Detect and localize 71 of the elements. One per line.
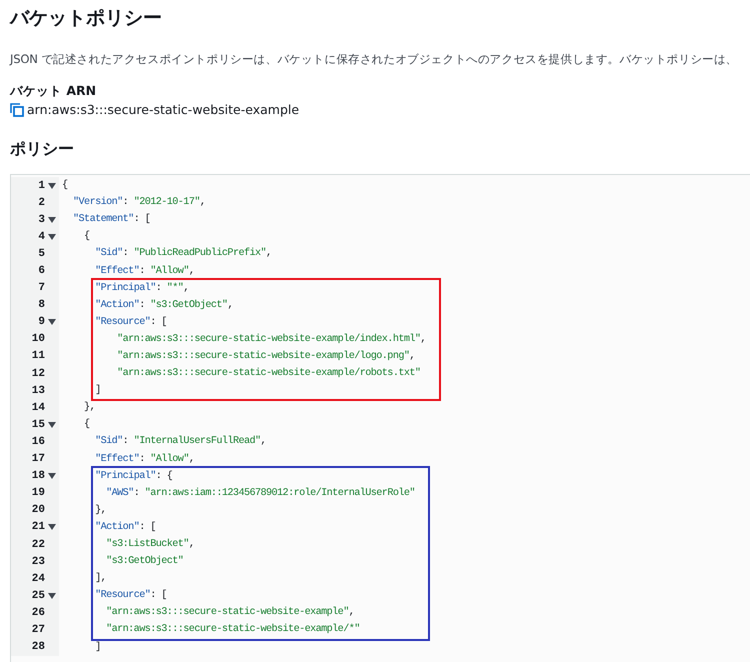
fold-arrow-icon[interactable] xyxy=(48,319,56,326)
code-line: "Action": [ xyxy=(94,522,156,533)
line-number: 2 xyxy=(37,196,45,209)
line-number: 16 xyxy=(30,436,45,448)
code-line: "Effect": "Allow", xyxy=(94,266,194,277)
line-number: 20 xyxy=(30,504,45,516)
policy-heading: ポリシー xyxy=(10,139,75,160)
line-number: 21 xyxy=(30,521,45,534)
line-number: 23 xyxy=(30,556,45,568)
code-line: { xyxy=(61,180,68,192)
line-number: 8 xyxy=(37,299,45,312)
code-line: "Sid": "InternalUsersFullRead", xyxy=(94,436,266,448)
code-line: "Resource": [ xyxy=(94,590,167,602)
fold-arrow-icon[interactable] xyxy=(48,422,56,428)
line-number: 7 xyxy=(37,282,45,294)
code-line: }, xyxy=(83,402,96,414)
code-line: { xyxy=(83,419,90,430)
line-number: 1 xyxy=(37,180,45,192)
line-number: 9 xyxy=(37,316,45,328)
copy-icon[interactable] xyxy=(10,102,24,116)
line-number: 13 xyxy=(30,384,45,397)
code-line: "arn:aws:s3:::secure-static-website-example/logo.png", xyxy=(116,350,415,362)
line-number: 3 xyxy=(37,214,45,226)
line-number: 18 xyxy=(30,470,45,482)
fold-arrow-icon[interactable] xyxy=(48,524,56,530)
line-number: 27 xyxy=(30,624,45,636)
code-line: ], xyxy=(94,573,106,584)
fold-arrow-icon[interactable] xyxy=(48,234,56,240)
code-line: "arn:aws:s3:::secure-static-website-example/*" xyxy=(105,624,360,636)
code-line: "arn:aws:s3:::secure-static-website-example", xyxy=(105,607,354,618)
fold-arrow-icon[interactable] xyxy=(48,592,56,599)
description-text: JSON で記述されたアクセスポイントポリシーは、バケットに保存されたオブジェクトへのアクセスを提供します。バケットポリシーは、 xyxy=(10,52,738,67)
code-line: { xyxy=(83,231,90,242)
code-line: "arn:aws:s3:::secure-static-website-example/robots.txt" xyxy=(116,368,420,380)
code-line: ] xyxy=(94,385,101,396)
line-number: 28 xyxy=(30,641,45,654)
code-line: }, xyxy=(94,504,106,516)
line-number: 26 xyxy=(30,606,45,619)
code-line: "Principal": "*", xyxy=(94,282,189,294)
fold-arrow-icon[interactable] xyxy=(48,473,56,480)
line-number: 17 xyxy=(30,453,45,466)
bucket-arn-label: バケット ARN xyxy=(10,83,98,100)
code-line: "Principal": { xyxy=(94,470,172,482)
code-line: "Action": "s3:GetObject", xyxy=(94,300,233,311)
code-line: "Resource": [ xyxy=(94,316,167,328)
line-number: 6 xyxy=(37,265,45,278)
line-number: 10 xyxy=(30,333,45,346)
line-number: 5 xyxy=(37,248,45,260)
code-line: "s3:ListBucket", xyxy=(105,539,194,550)
code-line: ] xyxy=(94,642,101,653)
code-line: "Statement": [ xyxy=(72,214,150,226)
policy-editor[interactable] xyxy=(10,174,750,662)
fold-arrow-icon[interactable] xyxy=(48,182,56,189)
line-number: 11 xyxy=(30,350,45,362)
bucket-arn-value: arn:aws:s3:::secure-static-website-example xyxy=(27,102,300,117)
line-number: 24 xyxy=(30,572,45,585)
fold-arrow-icon[interactable] xyxy=(48,216,56,223)
line-number: 15 xyxy=(30,418,45,431)
line-number: 4 xyxy=(37,230,45,243)
line-number: 14 xyxy=(30,402,45,414)
code-line: "arn:aws:s3:::secure-static-website-example/index.html", xyxy=(116,334,426,345)
code-line: "Effect": "Allow", xyxy=(94,454,194,465)
line-number: 19 xyxy=(30,487,45,500)
code-line: "Sid": "PublicReadPublicPrefix", xyxy=(94,248,272,260)
code-line: "AWS": "arn:aws:iam::123456789012:role/InternalUserRole" xyxy=(105,488,415,499)
code-line: "s3:GetObject" xyxy=(105,556,184,568)
line-number: 25 xyxy=(30,590,45,602)
page-title: バケットポリシー xyxy=(10,6,163,31)
line-number: 12 xyxy=(30,368,45,380)
line-number: 22 xyxy=(30,538,45,551)
code-line: "Version": "2012-10-17", xyxy=(72,197,206,208)
